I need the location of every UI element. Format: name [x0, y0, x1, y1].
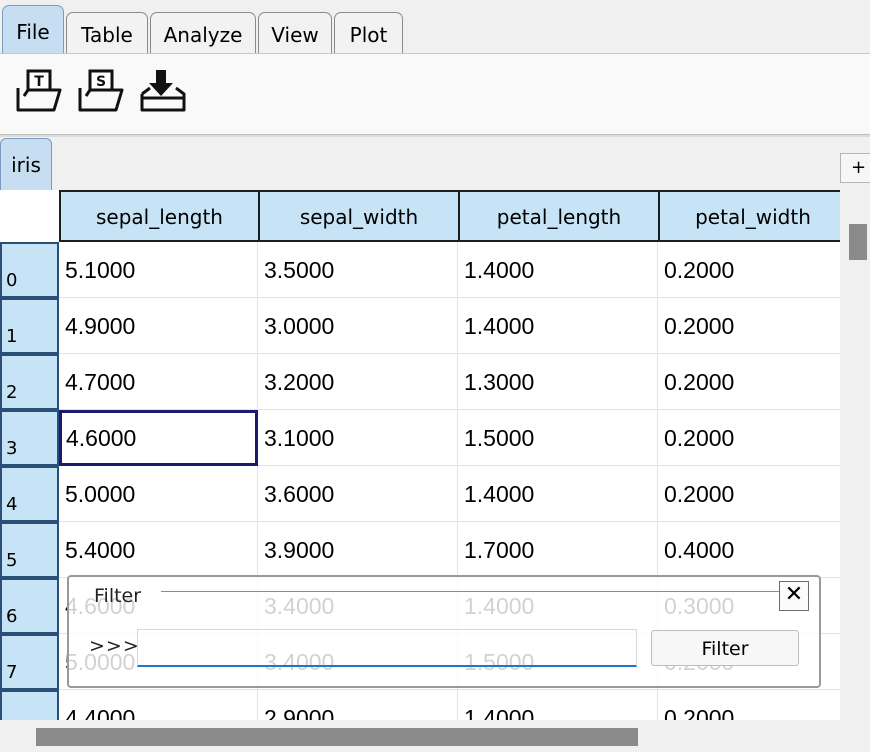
filter-title: Filter	[94, 585, 142, 607]
column-header-sepal-length[interactable]: sepal_length	[59, 190, 260, 242]
table-cell[interactable]: 0.2000	[658, 354, 840, 410]
table-cell[interactable]: 3.5000	[258, 242, 458, 298]
grid-corner[interactable]	[0, 190, 59, 242]
close-filter-button[interactable]: ✕	[779, 581, 809, 611]
column-header-petal-width[interactable]: petal_width	[658, 190, 840, 242]
table-cell[interactable]: 3.2000	[258, 354, 458, 410]
close-icon: ✕	[784, 582, 804, 607]
sheet-tab-iris[interactable]: iris	[0, 138, 52, 190]
table-cell[interactable]: 5.1000	[59, 242, 258, 298]
row-header[interactable]: 6	[0, 578, 59, 634]
vertical-scroll-thumb[interactable]	[849, 224, 867, 260]
table-cell[interactable]: 4.7000	[59, 354, 258, 410]
column-header-sepal-width[interactable]: sepal_width	[258, 190, 460, 242]
table-cell[interactable]: 0.2000	[658, 298, 840, 354]
open-table-button[interactable]: T	[14, 68, 64, 114]
tab-table[interactable]: Table	[66, 12, 148, 54]
table-cell[interactable]: 1.7000	[458, 522, 658, 578]
table-cell[interactable]: 3.9000	[258, 522, 458, 578]
tab-file[interactable]: File	[2, 5, 64, 54]
svg-text:S: S	[96, 74, 106, 90]
table-cell[interactable]: 0.2000	[658, 410, 840, 466]
open-table-icon: T	[16, 69, 62, 112]
horizontal-scrollbar[interactable]	[0, 720, 870, 752]
ribbon-tab-bar: File Table Analyze View Plot	[0, 0, 870, 54]
table-cell[interactable]: 1.4000	[458, 298, 658, 354]
horizontal-scroll-thumb[interactable]	[36, 728, 638, 746]
table-cell[interactable]: 1.4000	[458, 690, 658, 720]
row-header[interactable]: 2	[0, 354, 59, 410]
table-cell[interactable]: 0.2000	[658, 242, 840, 298]
table-cell[interactable]: 4.6000	[59, 410, 258, 466]
table-cell[interactable]: 1.4000	[458, 242, 658, 298]
table-cell[interactable]: 5.4000	[59, 522, 258, 578]
row-header[interactable]: 3	[0, 410, 59, 466]
table-cell[interactable]: 2.9000	[258, 690, 458, 720]
filter-expression-input[interactable]	[137, 629, 637, 667]
toolbar: T S	[0, 54, 870, 134]
tab-plot[interactable]: Plot	[334, 12, 403, 54]
table-cell[interactable]: 4.4000	[59, 690, 258, 720]
table-cell[interactable]: 3.1000	[258, 410, 458, 466]
download-icon	[140, 70, 186, 112]
filter-panel: Filter ✕ >>> Filter	[67, 575, 821, 688]
apply-filter-button[interactable]: Filter	[651, 630, 799, 666]
open-session-icon: S	[78, 69, 124, 112]
row-header[interactable]: 8	[0, 690, 59, 720]
add-sheet-button[interactable]: +	[840, 153, 870, 183]
row-header[interactable]: 4	[0, 466, 59, 522]
tab-view[interactable]: View	[258, 12, 332, 54]
row-header[interactable]: 5	[0, 522, 59, 578]
table-cell[interactable]: 1.3000	[458, 354, 658, 410]
save-download-button[interactable]	[138, 68, 188, 114]
table-cell[interactable]: 3.0000	[258, 298, 458, 354]
filter-title-rule	[161, 591, 781, 592]
svg-text:T: T	[34, 74, 44, 90]
vertical-scrollbar[interactable]	[840, 190, 870, 720]
row-header[interactable]: 1	[0, 298, 59, 354]
filter-prompt: >>>	[89, 635, 140, 657]
table-cell[interactable]: 1.5000	[458, 410, 658, 466]
table-cell[interactable]: 0.2000	[658, 466, 840, 522]
table-cell[interactable]: 3.6000	[258, 466, 458, 522]
sheet-tab-bar: iris +	[0, 137, 870, 190]
table-cell[interactable]: 0.2000	[658, 690, 840, 720]
table-cell[interactable]: 1.4000	[458, 466, 658, 522]
column-header-petal-length[interactable]: petal_length	[458, 190, 660, 242]
table-cell[interactable]: 0.4000	[658, 522, 840, 578]
row-header[interactable]: 7	[0, 634, 59, 690]
open-session-button[interactable]: S	[76, 68, 126, 114]
row-header[interactable]: 0	[0, 242, 59, 298]
tab-analyze[interactable]: Analyze	[150, 12, 256, 54]
table-cell[interactable]: 4.9000	[59, 298, 258, 354]
table-cell[interactable]: 5.0000	[59, 466, 258, 522]
